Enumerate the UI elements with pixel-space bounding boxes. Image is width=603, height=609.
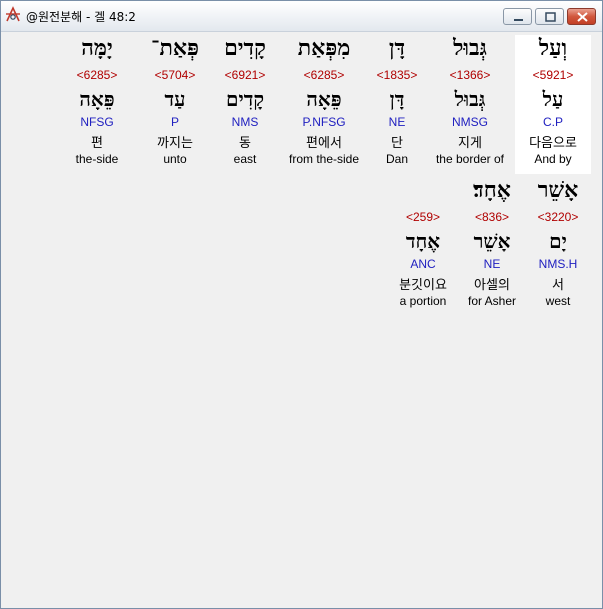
- hebrew-lemma: גְּבוּל: [454, 87, 486, 111]
- close-button[interactable]: [567, 8, 596, 25]
- word-column[interactable]: אָשֵׁר <3220> יָם NMS.H 서 west: [525, 177, 591, 316]
- hebrew-word: יָמָּה: [81, 35, 113, 61]
- word-column[interactable]: גְּבוּל <1366> גְּבוּל NMSG 지게 the borde…: [430, 35, 510, 174]
- korean-gloss: 서: [552, 278, 564, 293]
- strong-number[interactable]: <3220>: [525, 210, 591, 224]
- hebrew-word: אָשֵׁר: [537, 177, 579, 203]
- english-gloss: unto: [163, 152, 187, 166]
- window-title: @원전분해 - 겔 48:2: [26, 10, 136, 24]
- english-gloss: the border of: [435, 152, 505, 166]
- strong-number[interactable]: <1835>: [367, 68, 427, 82]
- app-icon: [4, 6, 22, 24]
- hebrew-lemma: עַד: [164, 87, 186, 111]
- word-column[interactable]: וְעַל <5921> עַל C.P 다음으로 And by: [515, 35, 591, 174]
- main-window: @원전분해 - 겔 48:2 וְעַל <5921> עַל C.P 다음으로…: [0, 0, 603, 609]
- korean-gloss: 편에서: [306, 136, 342, 151]
- korean-gloss: 까지는: [157, 136, 193, 151]
- minimize-button[interactable]: [503, 8, 532, 25]
- hebrew-word: אֶחָד׃: [473, 177, 511, 203]
- hebrew-lemma: פֵּאָה: [306, 87, 342, 111]
- word-column[interactable]: מִפְּאַת <6285> פֵּאָה P.NFSG 편에서 from t…: [283, 35, 365, 174]
- hebrew-word: דָּן: [388, 35, 406, 61]
- english-gloss: from the-side: [288, 152, 360, 166]
- hebrew-lemma: יָם: [549, 229, 567, 253]
- morphology-code[interactable]: NMS: [212, 115, 278, 129]
- hebrew-word: גְּבוּל: [453, 35, 487, 61]
- korean-gloss: 편: [91, 136, 103, 151]
- hebrew-lemma: פֵּאָה: [79, 87, 115, 111]
- english-gloss: Dan: [385, 152, 408, 166]
- english-gloss: the-side: [75, 152, 119, 166]
- hebrew-word: פְּאַת־: [151, 35, 199, 61]
- analysis-pane: וְעַל <5921> עַל C.P 다음으로 And by גְּבוּל…: [5, 32, 598, 606]
- hebrew-lemma: עַל: [542, 87, 564, 111]
- strong-number[interactable]: <5704>: [142, 68, 208, 82]
- morphology-code[interactable]: NMSG: [430, 115, 510, 129]
- maximize-button[interactable]: [535, 8, 564, 25]
- word-column[interactable]: אֶחָד׃ <836> אָשֵׁר NE 아셀의 for Asher: [460, 177, 524, 316]
- english-gloss: a portion: [399, 294, 447, 308]
- korean-gloss: 아셀의: [474, 278, 510, 293]
- title-bar[interactable]: @원전분해 - 겔 48:2: [1, 1, 602, 32]
- korean-gloss: 다음으로: [529, 136, 577, 151]
- hebrew-lemma: דָּן: [389, 87, 405, 111]
- hebrew-lemma: אָשֵׁר: [473, 229, 511, 253]
- korean-gloss: 분깃이요: [399, 278, 447, 293]
- word-column[interactable]: קָדִים <6921> קָדִים NMS 동 east: [212, 35, 278, 174]
- english-gloss: east: [233, 152, 257, 166]
- word-column[interactable]: דָּן <1835> דָּן NE 단 Dan: [367, 35, 427, 174]
- maximize-icon: [545, 12, 556, 22]
- morphology-code[interactable]: NE: [460, 257, 524, 271]
- morphology-code[interactable]: NE: [367, 115, 427, 129]
- strong-number[interactable]: <6921>: [212, 68, 278, 82]
- strong-number[interactable]: <836>: [460, 210, 524, 224]
- morphology-code[interactable]: NMS.H: [525, 257, 591, 271]
- strong-number[interactable]: <6285>: [67, 68, 127, 82]
- word-column[interactable]: פְּאַת־ <5704> עַד P 까지는 unto: [142, 35, 208, 174]
- close-icon: [577, 12, 588, 22]
- morphology-code[interactable]: P: [142, 115, 208, 129]
- strong-number[interactable]: <1366>: [430, 68, 510, 82]
- hebrew-word: וְעַל: [538, 35, 568, 61]
- minimize-icon: [514, 19, 523, 21]
- hebrew-lemma: קָדִים: [225, 87, 265, 111]
- word-column[interactable]: יָמָּה <6285> פֵּאָה NFSG 편 the-side: [67, 35, 127, 174]
- hebrew-lemma: אֶחָד: [405, 229, 441, 253]
- english-gloss: And by: [534, 152, 572, 166]
- english-gloss: for Asher: [467, 294, 517, 308]
- morphology-code[interactable]: NFSG: [67, 115, 127, 129]
- strong-number[interactable]: <259>: [389, 210, 457, 224]
- strong-number[interactable]: <5921>: [515, 68, 591, 82]
- morphology-code[interactable]: C.P: [515, 115, 591, 129]
- korean-gloss: 단: [391, 136, 403, 151]
- korean-gloss: 지게: [458, 136, 482, 151]
- morphology-code[interactable]: P.NFSG: [283, 115, 365, 129]
- morphology-code[interactable]: ANC: [389, 257, 457, 271]
- hebrew-word: מִפְּאַת: [297, 35, 351, 61]
- english-gloss: west: [545, 294, 571, 308]
- word-column[interactable]: <259> אֶחָד ANC 분깃이요 a portion: [389, 177, 457, 316]
- korean-gloss: 동: [239, 136, 251, 151]
- hebrew-word: קָדִים: [224, 35, 266, 61]
- strong-number[interactable]: <6285>: [283, 68, 365, 82]
